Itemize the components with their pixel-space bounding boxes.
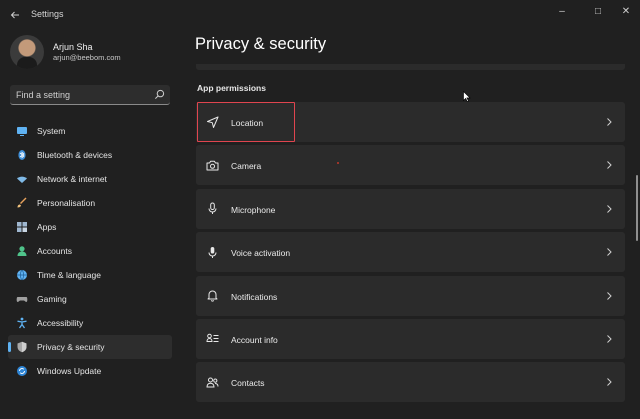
permission-row-microphone[interactable]: Microphone: [196, 188, 625, 229]
sidebar-item-bluetooth[interactable]: Bluetooth & devices: [8, 143, 172, 167]
title-bar: Settings – □ ✕: [0, 0, 640, 30]
close-icon: ✕: [621, 5, 631, 17]
sidebar-item-label: Time & language: [37, 270, 101, 280]
chevron-right-icon: [607, 161, 612, 170]
wifi-icon: [16, 173, 28, 185]
sidebar-item-apps[interactable]: Apps: [8, 215, 172, 239]
sidebar-item-label: Gaming: [37, 294, 67, 304]
controller-icon: [16, 293, 28, 305]
page-title: Privacy & security: [195, 35, 327, 53]
chevron-right-icon: [607, 335, 612, 343]
permission-row-voice-activation[interactable]: Voice activation: [196, 232, 625, 273]
accessibility-icon: [16, 317, 28, 329]
sidebar-item-time-language[interactable]: Time & language: [8, 263, 172, 287]
profile-email: arjun@beebom.com: [53, 53, 121, 62]
previous-card-edge: [196, 64, 625, 70]
permission-row-label: Notifications: [231, 291, 278, 302]
sidebar-item-accounts[interactable]: Accounts: [8, 239, 172, 263]
sidebar-item-accessibility[interactable]: Accessibility: [8, 311, 172, 335]
sidebar-item-label: Bluetooth & devices: [37, 150, 113, 160]
sidebar-item-network[interactable]: Network & internet: [8, 167, 172, 191]
permission-row-notifications[interactable]: Notifications: [196, 275, 625, 316]
chevron-right-icon: [607, 204, 612, 213]
sidebar-item-label: Network & internet: [37, 174, 107, 184]
sidebar-item-label: Accounts: [37, 246, 72, 256]
person-icon: [16, 245, 28, 257]
scrollbar[interactable]: [636, 175, 638, 241]
microphone-icon: [205, 202, 219, 216]
minimize-button[interactable]: –: [548, 3, 576, 19]
update-icon: [16, 365, 28, 377]
search-icon[interactable]: [154, 89, 165, 100]
permission-row-label: Microphone: [231, 204, 276, 215]
back-arrow-icon: [10, 11, 19, 19]
permission-row-camera[interactable]: Camera: [196, 145, 625, 186]
permission-row-location[interactable]: Location: [196, 102, 625, 142]
contacts-icon: [205, 375, 219, 389]
voice-mic-icon: [205, 245, 219, 259]
permission-row-label: Contacts: [231, 378, 265, 389]
sidebar-item-label: Windows Update: [37, 366, 102, 376]
apps-icon: [16, 221, 28, 233]
monitor-icon: [16, 125, 28, 137]
permission-row-label: Camera: [231, 161, 262, 172]
chevron-right-icon: [607, 291, 612, 300]
sidebar-item-system[interactable]: System: [8, 119, 172, 143]
location-arrow-icon: [205, 115, 219, 129]
app-permissions-list: Location Camera Microphone Voice activat…: [196, 102, 625, 406]
permission-row-label: Location: [231, 118, 264, 128]
sidebar-item-windows-update[interactable]: Windows Update: [8, 359, 172, 383]
red-dot-mark: [337, 162, 339, 164]
sidebar-item-label: Privacy & security: [37, 342, 105, 352]
globe-clock-icon: [16, 269, 28, 281]
back-button[interactable]: [6, 6, 24, 24]
bell-icon: [205, 289, 219, 303]
sidebar-nav: System Bluetooth & devices Network & int…: [8, 119, 172, 383]
section-heading: App permissions: [197, 83, 266, 93]
app-title: Settings: [31, 9, 64, 19]
avatar: [10, 35, 44, 69]
mouse-cursor-icon: [463, 91, 471, 102]
sidebar-item-personalisation[interactable]: Personalisation: [8, 191, 172, 215]
settings-window: Settings – □ ✕ Arjun Sha arjun@beebom.co…: [0, 0, 640, 419]
account-info-icon: [205, 332, 219, 346]
sidebar-item-label: Personalisation: [37, 198, 96, 208]
brush-icon: [16, 197, 28, 209]
search-input[interactable]: [16, 85, 146, 104]
maximize-button[interactable]: □: [584, 3, 612, 19]
sidebar-item-label: Accessibility: [37, 318, 84, 328]
sidebar-item-label: System: [37, 126, 66, 136]
minimize-icon: –: [559, 5, 565, 17]
permission-row-contacts[interactable]: Contacts: [196, 362, 625, 403]
chevron-right-icon: [607, 378, 612, 387]
chevron-right-icon: [607, 248, 612, 257]
permission-row-label: Account info: [231, 334, 278, 345]
profile-name: Arjun Sha: [53, 42, 93, 52]
sidebar-item-label: Apps: [37, 222, 57, 232]
sidebar-item-gaming[interactable]: Gaming: [8, 287, 172, 311]
maximize-icon: □: [594, 5, 602, 17]
sidebar-item-privacy-security[interactable]: Privacy & security: [8, 335, 172, 359]
search-box: [10, 85, 170, 105]
shield-icon: [16, 341, 28, 353]
chevron-right-icon: [607, 118, 612, 126]
permission-row-account-info[interactable]: Account info: [196, 318, 625, 359]
camera-icon: [205, 158, 219, 172]
close-button[interactable]: ✕: [612, 3, 640, 19]
bluetooth-icon: [16, 149, 28, 161]
permission-row-label: Voice activation: [231, 248, 291, 259]
